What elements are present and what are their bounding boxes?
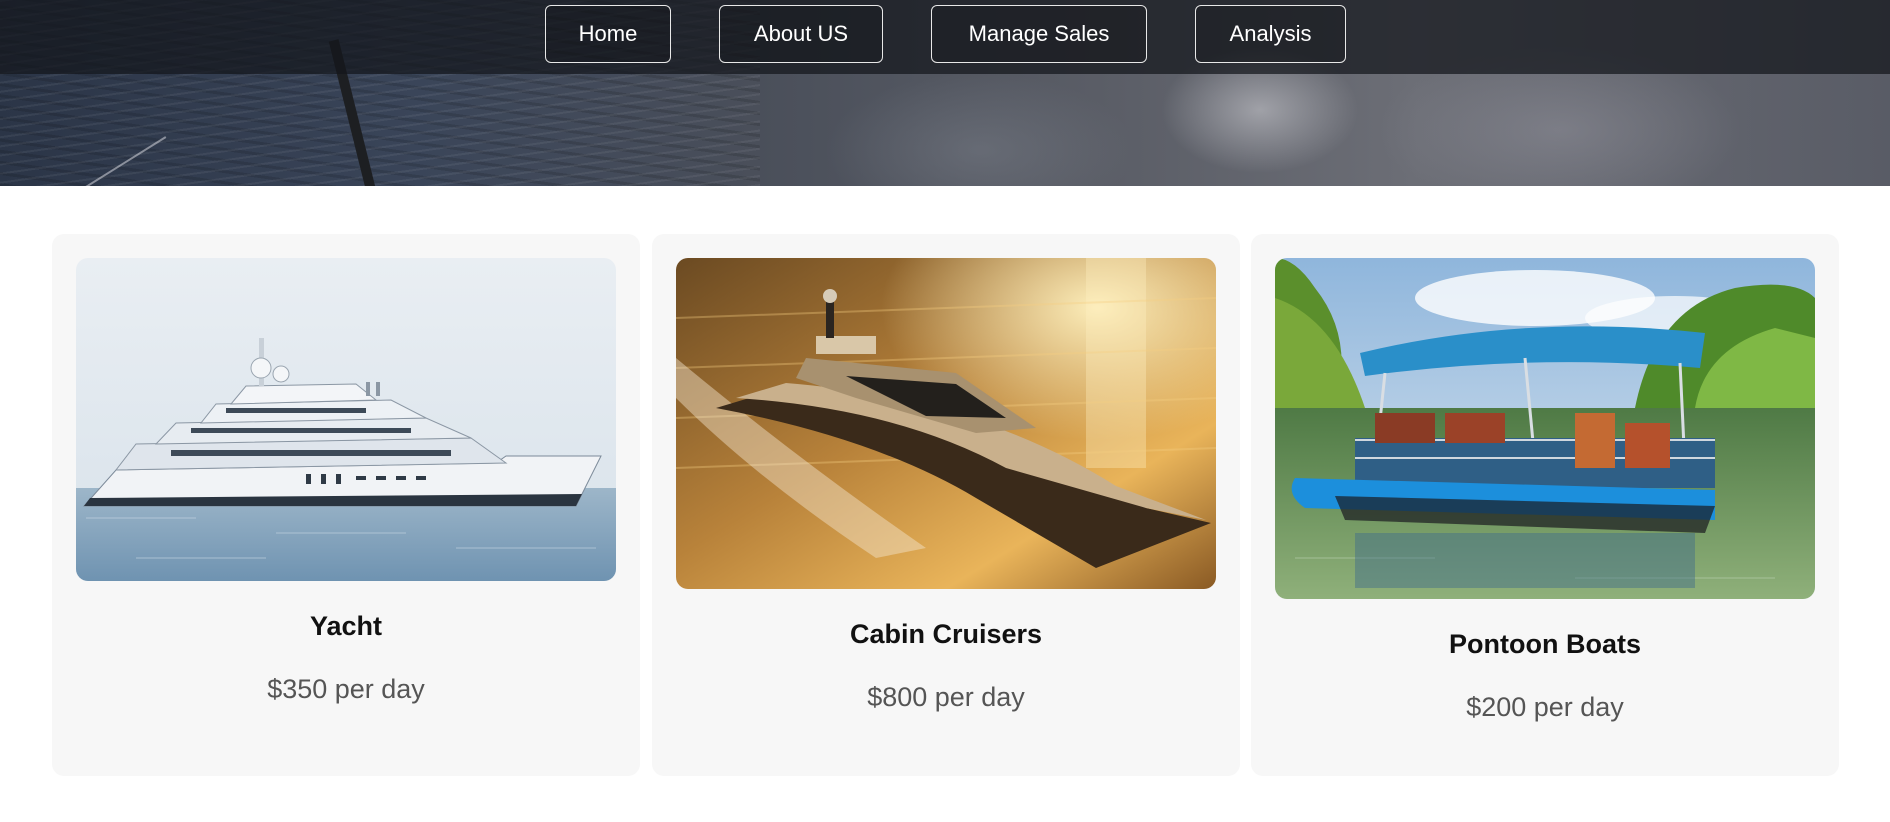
boat-card-yacht[interactable]: Yacht $350 per day — [52, 234, 640, 776]
card-price: $800 per day — [867, 682, 1025, 712]
card-title: Cabin Cruisers — [849, 619, 1043, 649]
nav-home-button[interactable]: Home — [545, 5, 671, 63]
boat-card-pontoon-boats[interactable]: Pontoon Boats $200 per day — [1251, 234, 1839, 776]
card-title: Yacht — [309, 611, 383, 641]
top-navigation: Home About US Manage Sales Analysis — [0, 0, 1890, 74]
card-price: $350 per day — [267, 674, 425, 704]
nav-manage-sales-button[interactable]: Manage Sales — [931, 5, 1147, 63]
nav-about-us-button[interactable]: About US — [719, 5, 883, 63]
cabin-cruiser-photo[interactable] — [676, 258, 1216, 589]
hero-banner: Home About US Manage Sales Analysis — [0, 0, 1890, 186]
boat-card-cabin-cruisers[interactable]: Cabin Cruisers $800 per day — [652, 234, 1240, 776]
card-title: Pontoon Boats — [1449, 629, 1641, 659]
pontoon-boat-photo[interactable] — [1275, 258, 1815, 599]
card-price: $200 per day — [1466, 692, 1624, 722]
nav-analysis-button[interactable]: Analysis — [1195, 5, 1346, 63]
yacht-photo[interactable] — [76, 258, 616, 581]
